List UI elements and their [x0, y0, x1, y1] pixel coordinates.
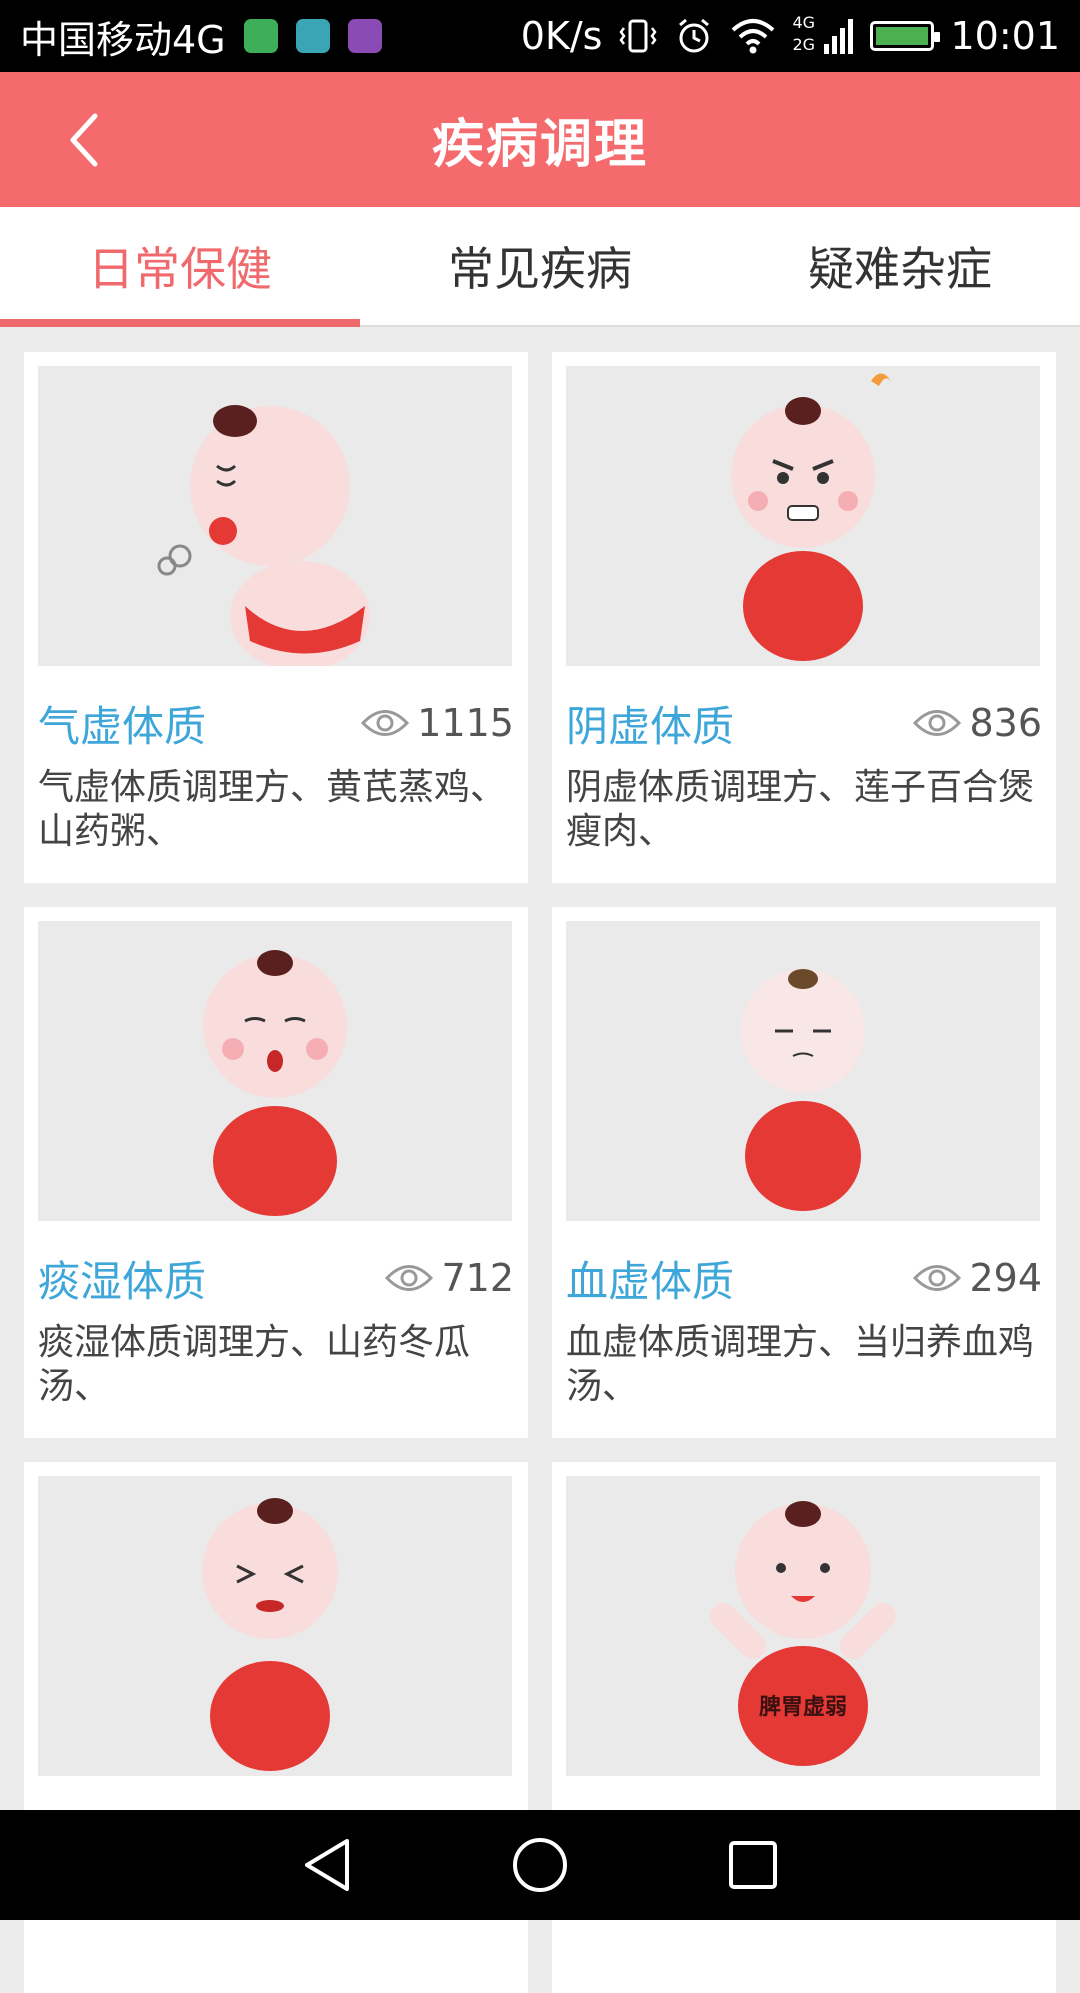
square-recents-icon [729, 1841, 778, 1889]
eye-icon [385, 1265, 434, 1291]
circle-home-icon [512, 1838, 567, 1892]
baby-illustration [566, 921, 1040, 1221]
view-count-value: 294 [969, 1256, 1042, 1300]
gallery-app-icon [347, 19, 382, 53]
wifi-icon [730, 16, 776, 56]
card-title: 血虚体质 [566, 1256, 735, 1306]
carrier-label: 中国移动4G [20, 17, 226, 62]
card-title: 阴虚体质 [566, 701, 735, 751]
view-count: 836 [913, 701, 1042, 745]
card-phlegm-dampness[interactable]: 痰湿体质 712 痰湿体质调理方、山药冬瓜汤、 [24, 907, 528, 1438]
eye-icon [913, 710, 962, 736]
card-description: 痰湿体质调理方、山药冬瓜汤、 [38, 1322, 471, 1407]
network-label-bottom: 2G [792, 35, 816, 54]
card-yin-deficiency[interactable]: 阴虚体质 836 阴虚体质调理方、莲子百合煲瘦肉、 [552, 352, 1056, 883]
view-count-value: 836 [969, 701, 1042, 745]
briefcase-app-icon [243, 19, 278, 53]
baby-illustration [38, 921, 512, 1221]
back-button[interactable] [55, 110, 115, 170]
battery-icon [870, 21, 941, 51]
nav-home-button[interactable] [505, 1830, 575, 1900]
constitution-grid: 气虚体质 1115 气虚体质调理方、黄芪蒸鸡、山药粥、 阴虚体质 836 阴虚体… [24, 352, 1056, 1993]
view-count-value: 712 [441, 1256, 514, 1300]
baby-illustration [566, 366, 1040, 666]
baby-illustration: 脾胃虚弱 [566, 1476, 1040, 1776]
net-speed-label: 0K/s [520, 14, 603, 58]
tab-bar: 日常保健 常见疾病 疑难杂症 [0, 207, 1080, 327]
card-title: 痰湿体质 [38, 1256, 207, 1306]
card-title: 气虚体质 [38, 701, 207, 751]
network-label-top: 4G [792, 13, 816, 32]
tab-daily-care[interactable]: 日常保健 [0, 207, 360, 327]
view-count: 712 [385, 1256, 514, 1300]
signal-icon: 4G 2G [792, 11, 854, 61]
baby-illustration [38, 1476, 512, 1776]
belly-text: 脾胃虚弱 [759, 1694, 847, 1720]
alarm-icon [674, 16, 714, 56]
tab-common-diseases[interactable]: 常见疾病 [360, 207, 720, 325]
system-nav-bar [0, 1810, 1080, 1920]
card-description: 血虚体质调理方、当归养血鸡汤、 [566, 1322, 1035, 1407]
android-app-icon [295, 19, 330, 53]
card-description: 阴虚体质调理方、莲子百合煲瘦肉、 [566, 767, 1035, 852]
app-header: 疾病调理 [0, 72, 1080, 207]
status-bar: 中国移动4G 0K/s 4G 2G 10:01 [0, 0, 1080, 72]
card-qi-deficiency[interactable]: 气虚体质 1115 气虚体质调理方、黄芪蒸鸡、山药粥、 [24, 352, 528, 883]
card-description: 气虚体质调理方、黄芪蒸鸡、山药粥、 [38, 767, 507, 852]
view-count: 294 [913, 1256, 1042, 1300]
baby-illustration [38, 366, 512, 666]
eye-icon [361, 710, 410, 736]
clock-label: 10:01 [950, 14, 1060, 58]
triangle-back-icon [304, 1839, 349, 1891]
view-count: 1115 [361, 701, 514, 745]
chevron-left-icon [70, 113, 98, 167]
nav-recents-button[interactable] [718, 1830, 788, 1900]
nav-back-button[interactable] [292, 1830, 362, 1900]
page-title: 疾病调理 [431, 115, 648, 175]
tab-difficult-diseases[interactable]: 疑难杂症 [720, 207, 1080, 325]
vibrate-icon [618, 16, 658, 56]
view-count-value: 1115 [417, 701, 514, 745]
card-blood-deficiency[interactable]: 血虚体质 294 血虚体质调理方、当归养血鸡汤、 [552, 907, 1056, 1438]
eye-icon [913, 1265, 962, 1291]
